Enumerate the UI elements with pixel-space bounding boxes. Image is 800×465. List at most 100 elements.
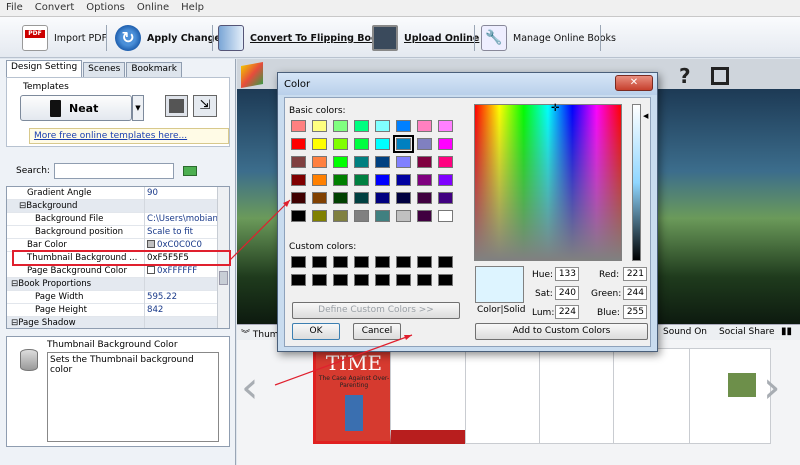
basic-color-swatch[interactable] [396, 192, 411, 204]
apply-change-button[interactable]: ↻ Apply Change [115, 22, 221, 54]
custom-color-swatch[interactable] [396, 256, 411, 268]
basic-color-swatch[interactable] [438, 174, 453, 186]
thumbnail-page-5[interactable] [613, 348, 695, 444]
custom-color-swatch[interactable] [417, 274, 432, 286]
menu-file[interactable]: File [0, 0, 29, 13]
basic-color-swatch[interactable] [312, 120, 327, 132]
custom-color-swatch[interactable] [396, 274, 411, 286]
basic-color-swatch[interactable] [375, 192, 390, 204]
basic-color-swatch[interactable] [417, 210, 432, 222]
thumbnail-toggle[interactable]: ︾ Thum [241, 327, 279, 340]
green-field[interactable]: 244 [623, 286, 647, 300]
close-icon[interactable]: ✕ [615, 75, 653, 91]
property-row[interactable]: Page Height 842 [7, 304, 229, 317]
property-row[interactable]: ⊟Background [7, 200, 229, 213]
basic-color-swatch[interactable] [375, 138, 390, 150]
cancel-button[interactable]: Cancel [353, 323, 401, 340]
basic-color-swatch[interactable] [291, 156, 306, 168]
basic-color-swatch[interactable] [393, 135, 414, 153]
ok-button[interactable]: OK [292, 323, 340, 340]
basic-color-swatch[interactable] [333, 210, 348, 222]
menu-online[interactable]: Online [131, 0, 175, 13]
search-input[interactable] [54, 163, 174, 179]
import-template-icon[interactable]: ⇲ [193, 95, 217, 117]
red-field[interactable]: 221 [623, 267, 647, 281]
save-template-icon[interactable] [165, 95, 188, 117]
thumbnail-page-2[interactable] [390, 348, 472, 444]
basic-color-swatch[interactable] [333, 192, 348, 204]
social-share-button[interactable]: Social Share [719, 327, 775, 337]
fullscreen-icon[interactable] [711, 67, 729, 85]
search-filter-icon[interactable] [181, 162, 199, 180]
property-row[interactable]: Gradient Angle 90 [7, 187, 229, 200]
property-row[interactable]: Background position Scale to fit [7, 226, 229, 239]
basic-color-swatch[interactable] [312, 192, 327, 204]
property-row[interactable]: Background File C:\Users\mobian... [7, 213, 229, 226]
sat-field[interactable]: 240 [555, 286, 579, 300]
basic-color-swatch[interactable] [417, 138, 432, 150]
upload-online-button[interactable]: Upload Online [372, 22, 479, 54]
basic-color-swatch[interactable] [438, 192, 453, 204]
luminance-arrow-icon[interactable]: ◀ [643, 112, 648, 120]
prev-page-arrow[interactable]: ‹ [241, 366, 259, 410]
basic-color-swatch[interactable] [291, 138, 306, 150]
convert-button[interactable]: Convert To Flipping Book [218, 22, 384, 54]
basic-color-swatch[interactable] [417, 192, 432, 204]
custom-color-swatch[interactable] [333, 274, 348, 286]
custom-color-swatch[interactable] [354, 256, 369, 268]
basic-color-swatch[interactable] [417, 174, 432, 186]
thumbnail-page-4[interactable] [539, 348, 621, 444]
basic-color-swatch[interactable] [375, 174, 390, 186]
property-row[interactable]: ⊟Book Proportions [7, 278, 229, 291]
basic-color-swatch[interactable] [354, 210, 369, 222]
basic-color-swatch[interactable] [312, 156, 327, 168]
add-to-custom-colors-button[interactable]: Add to Custom Colors [475, 323, 648, 340]
thumbnail-page-3[interactable] [465, 348, 547, 444]
basic-color-swatch[interactable] [396, 174, 411, 186]
basic-color-swatch[interactable] [312, 138, 327, 150]
tab-bookmark[interactable]: Bookmark [126, 62, 182, 77]
basic-color-swatch[interactable] [396, 210, 411, 222]
basic-color-swatch[interactable] [312, 210, 327, 222]
custom-color-swatch[interactable] [333, 256, 348, 268]
menu-convert[interactable]: Convert [29, 0, 81, 13]
basic-color-swatch[interactable] [375, 120, 390, 132]
luminance-slider[interactable] [632, 104, 641, 261]
basic-color-swatch[interactable] [333, 156, 348, 168]
basic-color-swatch[interactable] [291, 210, 306, 222]
basic-color-swatch[interactable] [354, 120, 369, 132]
basic-color-swatch[interactable] [312, 174, 327, 186]
more-templates-link[interactable]: More free online templates here... [29, 128, 229, 144]
property-row[interactable]: Page Background Color 0xFFFFFF [7, 265, 229, 278]
tab-scenes[interactable]: Scenes [83, 62, 126, 77]
menu-help[interactable]: Help [175, 0, 210, 13]
blue-field[interactable]: 255 [623, 305, 647, 319]
lum-field[interactable]: 224 [555, 305, 579, 319]
custom-color-swatch[interactable] [354, 274, 369, 286]
custom-color-swatch[interactable] [438, 256, 453, 268]
basic-color-swatch[interactable] [417, 156, 432, 168]
basic-color-swatch[interactable] [438, 156, 453, 168]
sound-toggle[interactable]: Sound On [663, 327, 707, 337]
basic-color-swatch[interactable] [375, 156, 390, 168]
next-page-arrow[interactable]: › [763, 366, 781, 410]
basic-color-swatch[interactable] [354, 138, 369, 150]
basic-color-swatch[interactable] [291, 174, 306, 186]
basic-color-swatch[interactable] [354, 156, 369, 168]
custom-color-swatch[interactable] [438, 274, 453, 286]
basic-color-swatch[interactable] [333, 174, 348, 186]
basic-color-swatch[interactable] [354, 192, 369, 204]
import-pdf-button[interactable]: PDF Import PDF [22, 22, 107, 54]
basic-color-swatch[interactable] [291, 120, 306, 132]
basic-color-swatch[interactable] [396, 156, 411, 168]
custom-color-swatch[interactable] [312, 256, 327, 268]
thumbnail-page-1[interactable]: TIME The Case Against Over-Parenting [313, 348, 395, 444]
menu-options[interactable]: Options [80, 0, 131, 13]
tab-design-setting[interactable]: Design Setting [6, 60, 83, 77]
basic-color-swatch[interactable] [438, 120, 453, 132]
property-row[interactable]: ⊟Page Shadow [7, 317, 229, 328]
custom-color-swatch[interactable] [375, 274, 390, 286]
define-custom-colors-button[interactable]: Define Custom Colors >> [292, 302, 460, 319]
custom-color-swatch[interactable] [417, 256, 432, 268]
custom-color-swatch[interactable] [312, 274, 327, 286]
